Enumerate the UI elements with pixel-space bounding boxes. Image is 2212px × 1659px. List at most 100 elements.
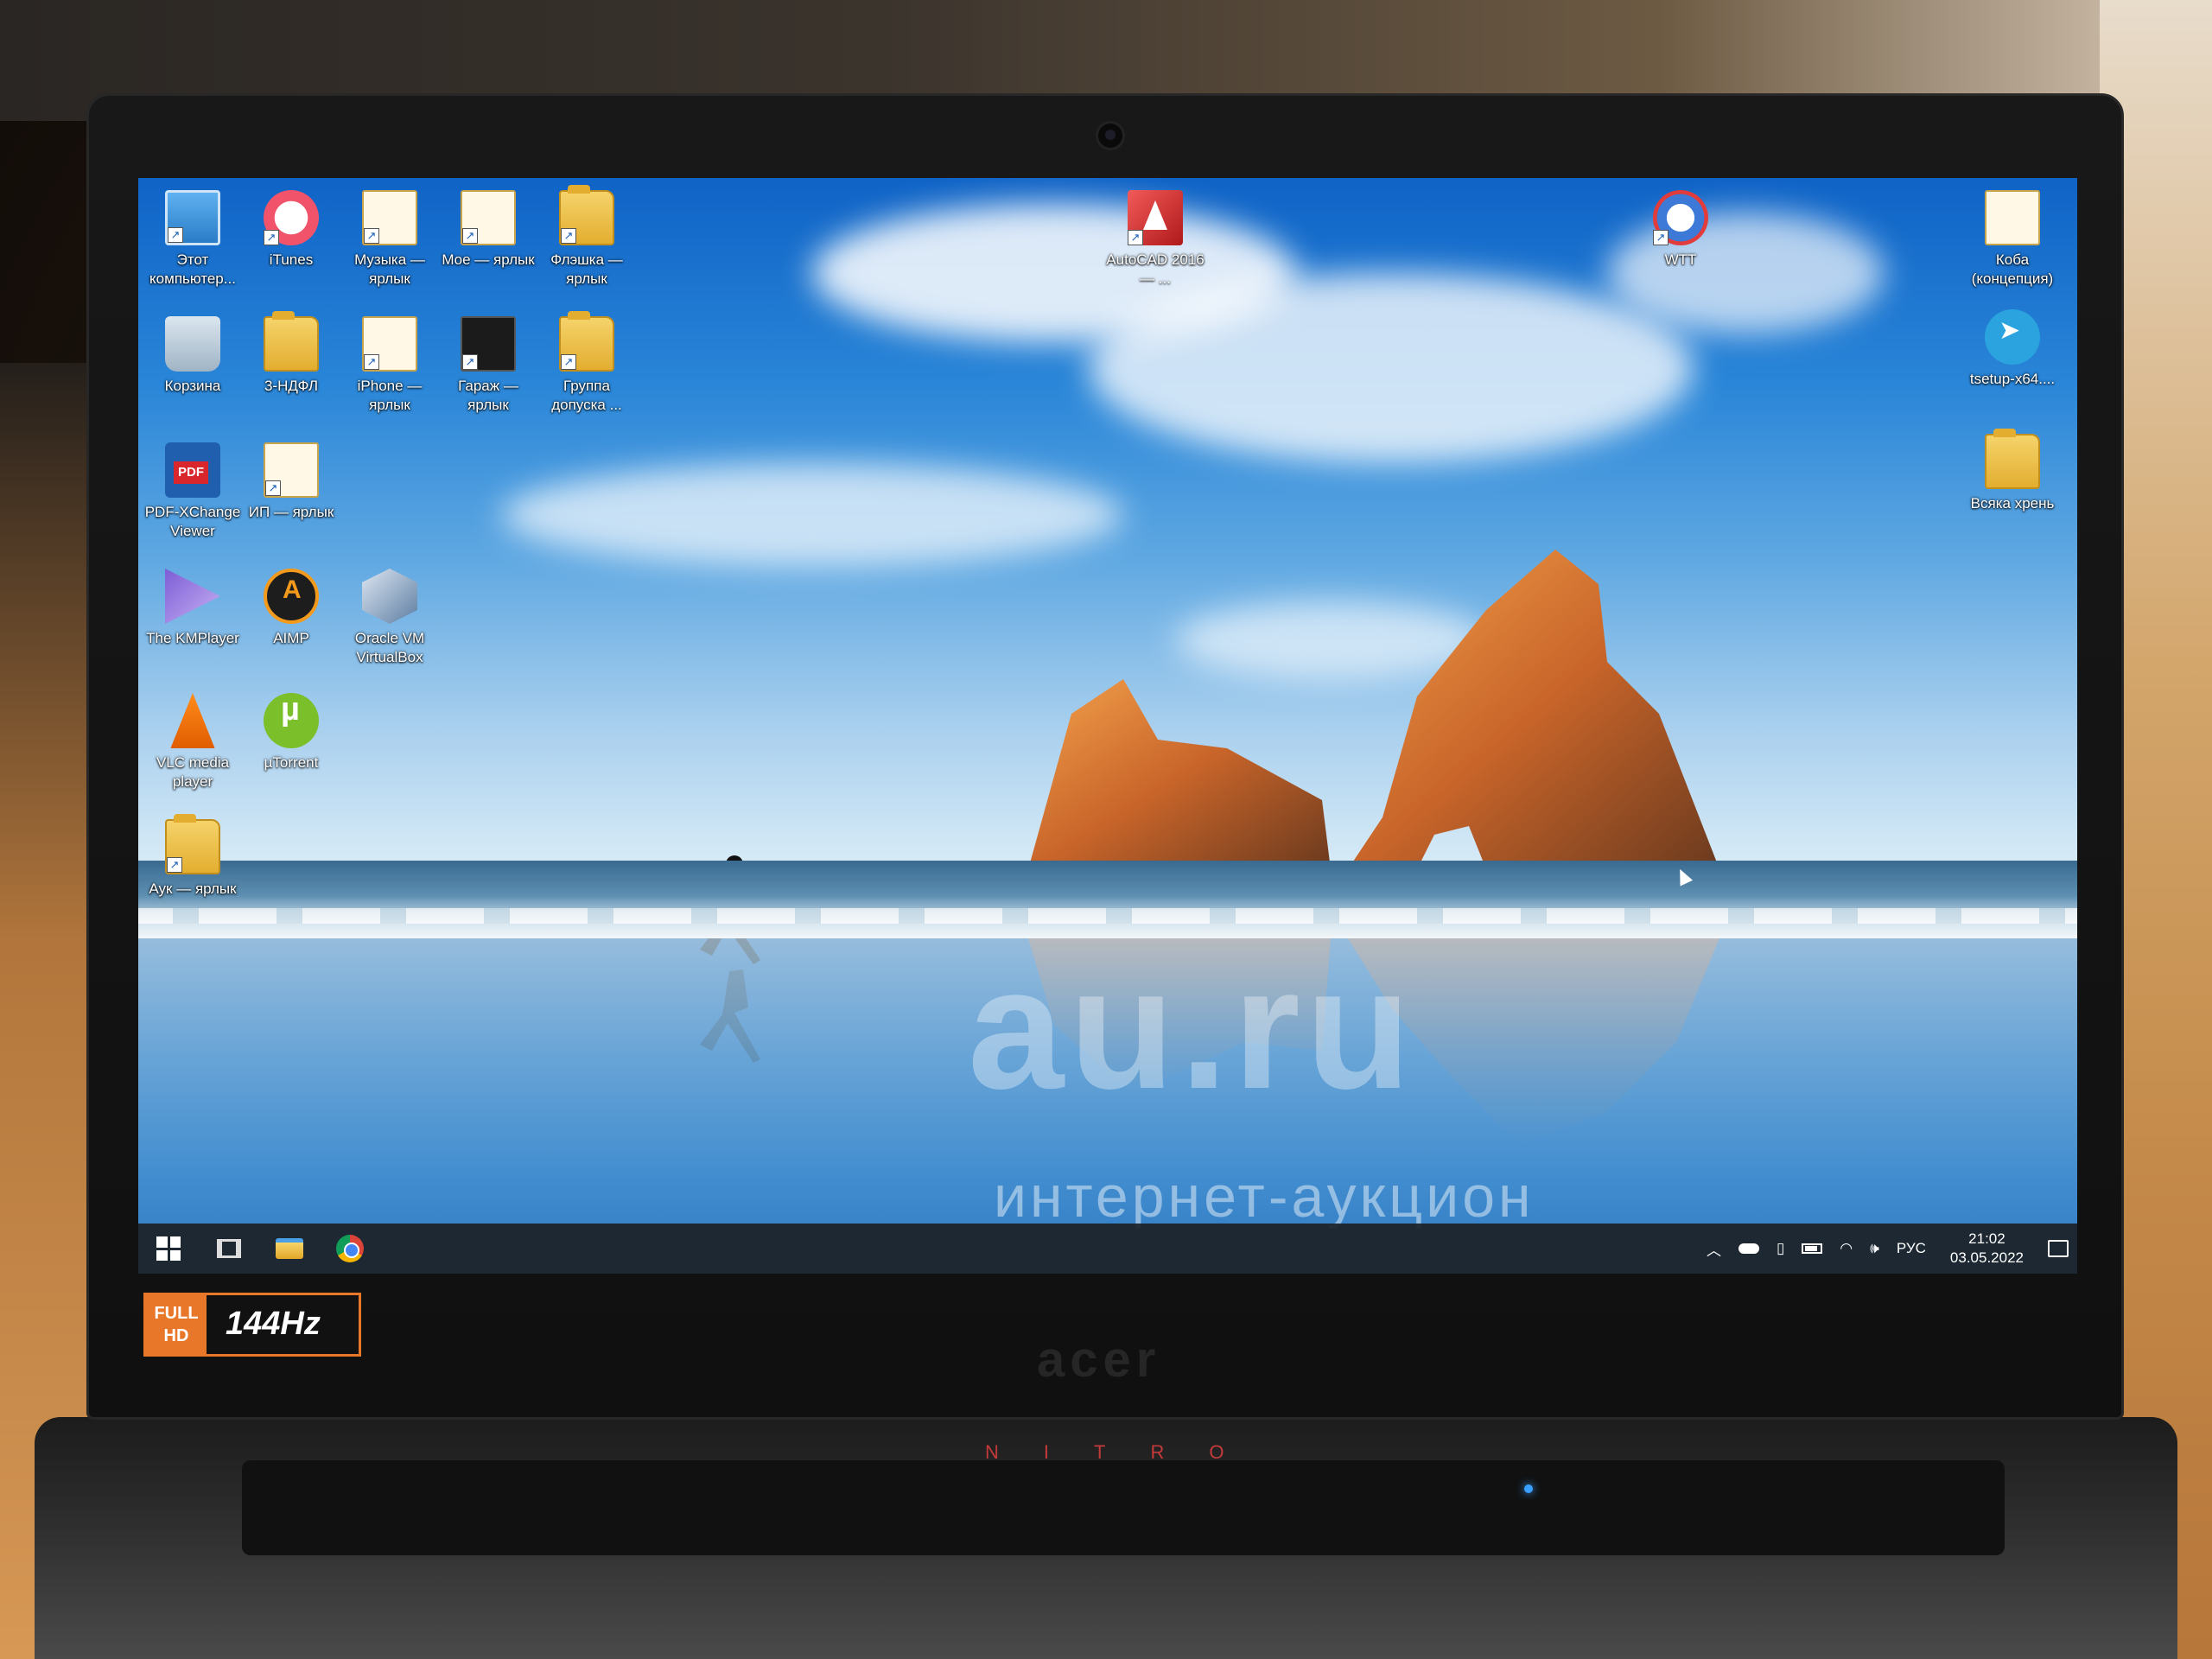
icon-label: tsetup-x64.... (1969, 371, 2056, 387)
virtualbox-icon (362, 569, 417, 624)
icon-label: Корзина (164, 378, 221, 394)
cloud-icon (1738, 1243, 1759, 1254)
aimp-icon: A (264, 569, 319, 624)
icon-label: Флэшка — ярлык (550, 251, 623, 287)
desktop-icon-recycle-bin[interactable]: Корзина (142, 316, 244, 396)
show-hidden-icons-button[interactable]: ︿ (1698, 1224, 1730, 1274)
desktop-icon-group-shortcut[interactable]: ↗ Группа допуска ... (536, 311, 638, 415)
desktop-icon-kmplayer[interactable]: The KMPlayer (142, 569, 244, 648)
icon-label: WTT (1664, 251, 1697, 268)
taskbar: ︿ ▯ ◠ 🕪 РУС 21:02 03.05.2022 (138, 1224, 2077, 1274)
document-icon: ↗ (461, 190, 516, 245)
volume-button[interactable]: 🕪 (1861, 1224, 1888, 1274)
icon-label: Мое — ярлык (442, 251, 535, 268)
icon-label: Музыка — ярлык (354, 251, 425, 287)
desktop-icon-auk-shortcut[interactable]: ↗ Аук — ярлык (142, 814, 244, 899)
model-label: NITRO (985, 1441, 1269, 1463)
itunes-icon: ↗ (264, 190, 319, 245)
desktop-icon-garage-shortcut[interactable]: ↗ Гараж — ярлык (437, 316, 539, 415)
laptop-hinge (242, 1460, 2005, 1555)
icon-label: AutoCAD 2016 — ... (1106, 251, 1205, 287)
start-icon (156, 1236, 181, 1261)
desktop-icon-autocad[interactable]: ↗ AutoCAD 2016 — ... (1104, 190, 1206, 289)
folder-icon: ↗ (559, 185, 614, 245)
icon-label: iTunes (269, 251, 314, 268)
clock-button[interactable]: 21:02 03.05.2022 (1935, 1224, 2039, 1274)
autocad-icon: ↗ (1128, 190, 1183, 245)
kmplayer-icon (165, 569, 220, 624)
desktop-icon-this-pc[interactable]: ↗ Этот компьютер... (142, 190, 244, 289)
screen: au.ru интернет-аукцион ↗ Этот компьютер.… (138, 178, 2077, 1274)
device-button[interactable]: ▯ (1768, 1224, 1793, 1274)
utorrent-icon: µ (264, 693, 319, 748)
telegram-icon: ➤ (1985, 309, 2040, 365)
icon-label: VLC media player (156, 754, 230, 790)
desktop-icon-utorrent[interactable]: µ µTorrent (240, 693, 342, 772)
desktop-icon-itunes[interactable]: ↗ iTunes (240, 190, 342, 270)
chrome-icon (336, 1235, 364, 1262)
icon-label: PDF-XChange Viewer (144, 504, 241, 539)
clock-time: 21:02 (1968, 1230, 2005, 1247)
desktop-icon-3ndfl[interactable]: 3-НДФЛ (240, 311, 342, 396)
document-icon: ↗ (264, 442, 319, 498)
icon-label: Гараж — ярлык (458, 378, 518, 413)
notifications-button[interactable] (2039, 1224, 2077, 1274)
battery-icon (1802, 1243, 1823, 1254)
desktop-icon-pdf-xchange[interactable]: PDF PDF-XChange Viewer (142, 442, 244, 541)
desktop-icon-wtt[interactable]: ↗ WTT (1630, 190, 1732, 270)
task-view-button[interactable] (199, 1224, 259, 1274)
icon-label: iPhone — ярлык (357, 378, 423, 413)
system-tray: ︿ ▯ ◠ 🕪 РУС 21:02 03.05.2022 (1698, 1224, 2077, 1274)
desktop-icon-ip-shortcut[interactable]: ↗ ИП — ярлык (240, 442, 342, 522)
badge-refresh-rate: 144Hz (226, 1306, 321, 1342)
desktop-icon-vlc[interactable]: VLC media player (142, 693, 244, 791)
speaker-icon: 🕪 (1870, 1240, 1879, 1256)
watermark-caption: интернет-аукцион (994, 1164, 1535, 1230)
language-button[interactable]: РУС (1888, 1224, 1935, 1274)
battery-button[interactable] (1793, 1224, 1831, 1274)
desktop-icon-tsetup[interactable]: ➤ tsetup-x64.... (1961, 309, 2063, 389)
desktop-icon-flash-shortcut[interactable]: ↗ Флэшка — ярлык (536, 185, 638, 289)
brand-logo: acer (1037, 1332, 1161, 1388)
chrome-button[interactable] (320, 1224, 380, 1274)
folder-icon: ↗ (165, 814, 220, 874)
folder-icon: ↗ (559, 311, 614, 372)
wallpaper-sea (138, 861, 2077, 938)
start-button[interactable] (138, 1224, 199, 1274)
onedrive-button[interactable] (1730, 1224, 1768, 1274)
folder-icon (264, 311, 319, 372)
desktop-icon-iphone-shortcut[interactable]: ↗ iPhone — ярлык (339, 316, 441, 415)
desktop-icon-aimp[interactable]: A AIMP (240, 569, 342, 648)
wifi-button[interactable]: ◠ (1831, 1224, 1861, 1274)
computer-icon: ↗ (165, 190, 220, 245)
icon-label: µTorrent (264, 754, 319, 771)
icon-label: Oracle VM VirtualBox (354, 630, 425, 665)
desktop-icon-music-shortcut[interactable]: ↗ Музыка — ярлык (339, 190, 441, 289)
icon-label: The KMPlayer (146, 630, 239, 646)
task-view-icon (217, 1239, 241, 1258)
icon-label: Этот компьютер... (149, 251, 236, 287)
icon-label: Коба (концепция) (1971, 251, 2054, 287)
desktop-icon-virtualbox[interactable]: Oracle VM VirtualBox (339, 569, 441, 667)
power-led (1524, 1484, 1533, 1493)
notification-icon (2048, 1240, 2069, 1257)
icon-label: AIMP (273, 630, 309, 646)
pdf-icon: PDF (165, 442, 220, 498)
wtt-icon: ↗ (1653, 190, 1708, 245)
display-badge: FULL HD 144Hz (143, 1293, 361, 1357)
desktop-icon-koba[interactable]: Коба (концепция) (1961, 190, 2063, 289)
file-explorer-icon (276, 1238, 303, 1259)
chevron-up-icon: ︿ (1706, 1242, 1721, 1259)
badge-full-hd: FULL HD (146, 1295, 207, 1354)
document-icon: ↗ (461, 316, 516, 372)
file-explorer-button[interactable] (259, 1224, 320, 1274)
document-icon: ↗ (362, 190, 417, 245)
document-icon (1985, 190, 2040, 245)
wifi-icon: ◠ (1840, 1240, 1853, 1256)
icon-label: Всяка хрень (1970, 495, 2055, 512)
wallpaper-surf (138, 908, 2077, 924)
icon-label: Аук — ярлык (149, 880, 237, 897)
desktop-icon-my-shortcut[interactable]: ↗ Мое — ярлык (437, 190, 539, 270)
desktop-icon-vsyaka[interactable]: Всяка хрень (1961, 429, 2063, 513)
device-icon: ▯ (1776, 1240, 1785, 1256)
